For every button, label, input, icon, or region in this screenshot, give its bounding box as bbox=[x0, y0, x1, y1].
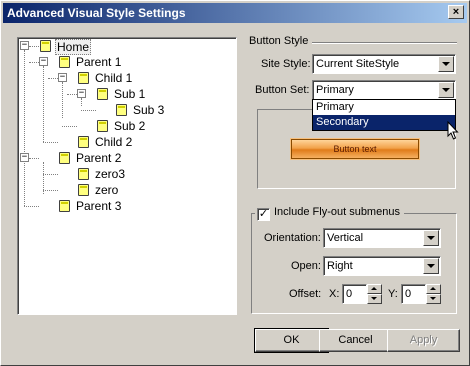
site-style-dropdown[interactable]: Current SiteStyle bbox=[312, 54, 456, 74]
offset-x-input[interactable]: 0 bbox=[342, 284, 367, 304]
offset-x-spinner[interactable] bbox=[367, 284, 382, 304]
collapse-icon[interactable]: − bbox=[77, 89, 86, 98]
tree-connector bbox=[62, 82, 63, 118]
folder-icon bbox=[97, 88, 108, 100]
apply-button[interactable]: Apply bbox=[387, 329, 460, 352]
folder-icon bbox=[59, 200, 70, 212]
option-secondary[interactable]: Secondary bbox=[313, 115, 455, 130]
folder-icon bbox=[78, 136, 89, 148]
offset-y-input[interactable]: 0 bbox=[401, 284, 426, 304]
tree-connector bbox=[43, 174, 58, 175]
button-set-label: Button Set: bbox=[255, 84, 310, 96]
button-style-group-title: Button Style bbox=[249, 35, 313, 47]
offset-x-label: X: bbox=[329, 288, 340, 300]
folder-icon bbox=[97, 120, 108, 132]
tree-node-sub-3[interactable]: Sub 3 bbox=[133, 103, 164, 117]
spin-down-icon[interactable] bbox=[367, 294, 382, 304]
spin-up-icon[interactable] bbox=[426, 284, 441, 294]
button-set-value: Primary bbox=[316, 84, 354, 96]
tree-node-child-1[interactable]: Child 1 bbox=[95, 71, 132, 85]
tree-connector bbox=[81, 110, 96, 111]
mouse-cursor-icon bbox=[447, 121, 459, 140]
flyout-group-header: ✓ Include Fly-out submenus bbox=[255, 206, 404, 221]
offset-label: Offset: bbox=[289, 288, 322, 300]
tree-connector bbox=[29, 158, 39, 159]
close-button[interactable]: × bbox=[448, 5, 464, 19]
button-set-dropdown[interactable]: Primary bbox=[312, 80, 456, 100]
tree-node-zero3[interactable]: zero3 bbox=[95, 167, 125, 181]
flyout-checkbox[interactable]: ✓ bbox=[257, 208, 270, 221]
orientation-label: Orientation: bbox=[264, 232, 321, 244]
folder-icon bbox=[78, 72, 89, 84]
flyout-checkbox-label[interactable]: Include Fly-out submenus bbox=[274, 206, 400, 218]
folder-icon bbox=[59, 152, 70, 164]
open-value: Right bbox=[327, 260, 353, 272]
tree-connector bbox=[48, 78, 58, 79]
collapse-icon[interactable]: − bbox=[58, 73, 67, 82]
chevron-down-icon[interactable] bbox=[423, 258, 439, 274]
orientation-dropdown[interactable]: Vertical bbox=[323, 228, 441, 248]
tree-node-zero[interactable]: zero bbox=[95, 183, 118, 197]
folder-icon bbox=[59, 56, 70, 68]
spin-up-icon[interactable] bbox=[367, 284, 382, 294]
tree-connector bbox=[24, 206, 39, 207]
tree-connector bbox=[67, 94, 77, 95]
tree-node-sub-2[interactable]: Sub 2 bbox=[114, 119, 145, 133]
site-style-value: Current SiteStyle bbox=[316, 58, 400, 70]
collapse-icon[interactable]: − bbox=[20, 153, 29, 162]
open-dropdown[interactable]: Right bbox=[323, 256, 441, 276]
tree-node-sub-1[interactable]: Sub 1 bbox=[114, 87, 145, 101]
folder-icon bbox=[40, 40, 51, 52]
style-tree[interactable]: − Home − Parent 1 − Child 1 − Sub 1 Sub … bbox=[17, 37, 237, 315]
tree-node-parent-3[interactable]: Parent 3 bbox=[76, 199, 121, 213]
collapse-icon[interactable]: − bbox=[20, 41, 29, 50]
tree-connector bbox=[81, 98, 82, 106]
site-style-label: Site Style: bbox=[261, 58, 311, 70]
tree-connector bbox=[24, 50, 25, 206]
folder-icon bbox=[78, 168, 89, 180]
title-bar[interactable]: Advanced Visual Style Settings × bbox=[3, 3, 467, 23]
tree-connector bbox=[43, 142, 58, 143]
chevron-down-icon[interactable] bbox=[438, 56, 454, 72]
cancel-button[interactable]: Cancel bbox=[319, 329, 392, 352]
offset-y-label: Y: bbox=[388, 288, 398, 300]
offset-y-spinner[interactable] bbox=[426, 284, 441, 304]
option-primary[interactable]: Primary bbox=[313, 100, 455, 115]
spin-down-icon[interactable] bbox=[426, 294, 441, 304]
tree-connector bbox=[29, 46, 39, 47]
chevron-down-icon[interactable] bbox=[438, 82, 454, 98]
offset-x-value: 0 bbox=[346, 288, 353, 300]
collapse-icon[interactable]: − bbox=[39, 57, 48, 66]
offset-y-value: 0 bbox=[405, 288, 412, 300]
tree-node-child-2[interactable]: Child 2 bbox=[95, 135, 132, 149]
window-title: Advanced Visual Style Settings bbox=[7, 6, 186, 20]
preview-button: Button text bbox=[291, 139, 419, 159]
tree-connector bbox=[43, 190, 58, 191]
tree-connector bbox=[43, 66, 44, 142]
orientation-value: Vertical bbox=[327, 232, 364, 244]
folder-icon bbox=[116, 104, 127, 116]
chevron-down-icon[interactable] bbox=[423, 230, 439, 246]
tree-connector bbox=[62, 126, 77, 127]
tree-node-home[interactable]: Home bbox=[55, 39, 92, 55]
ok-button[interactable]: OK bbox=[254, 328, 329, 353]
tree-connector bbox=[29, 62, 39, 63]
dialog-window: Advanced Visual Style Settings × − Home … bbox=[0, 0, 470, 366]
button-set-options-list[interactable]: Primary Secondary bbox=[312, 99, 456, 131]
open-label: Open: bbox=[291, 260, 321, 272]
tree-node-parent-2[interactable]: Parent 2 bbox=[76, 151, 121, 165]
tree-node-parent-1[interactable]: Parent 1 bbox=[76, 55, 121, 69]
folder-icon bbox=[78, 184, 89, 196]
